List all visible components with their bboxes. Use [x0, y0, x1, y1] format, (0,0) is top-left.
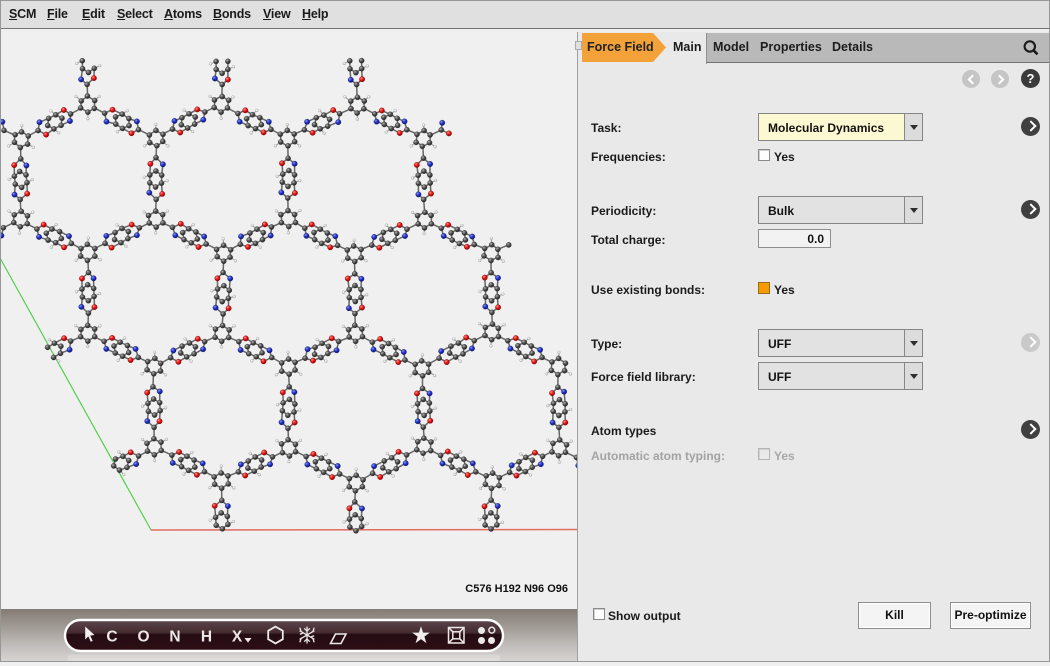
svg-text:N: N — [169, 629, 180, 646]
svg-text:O: O — [137, 629, 149, 646]
svg-text:X: X — [232, 629, 243, 646]
svg-text:C: C — [106, 629, 117, 646]
svg-text:H: H — [201, 629, 212, 646]
